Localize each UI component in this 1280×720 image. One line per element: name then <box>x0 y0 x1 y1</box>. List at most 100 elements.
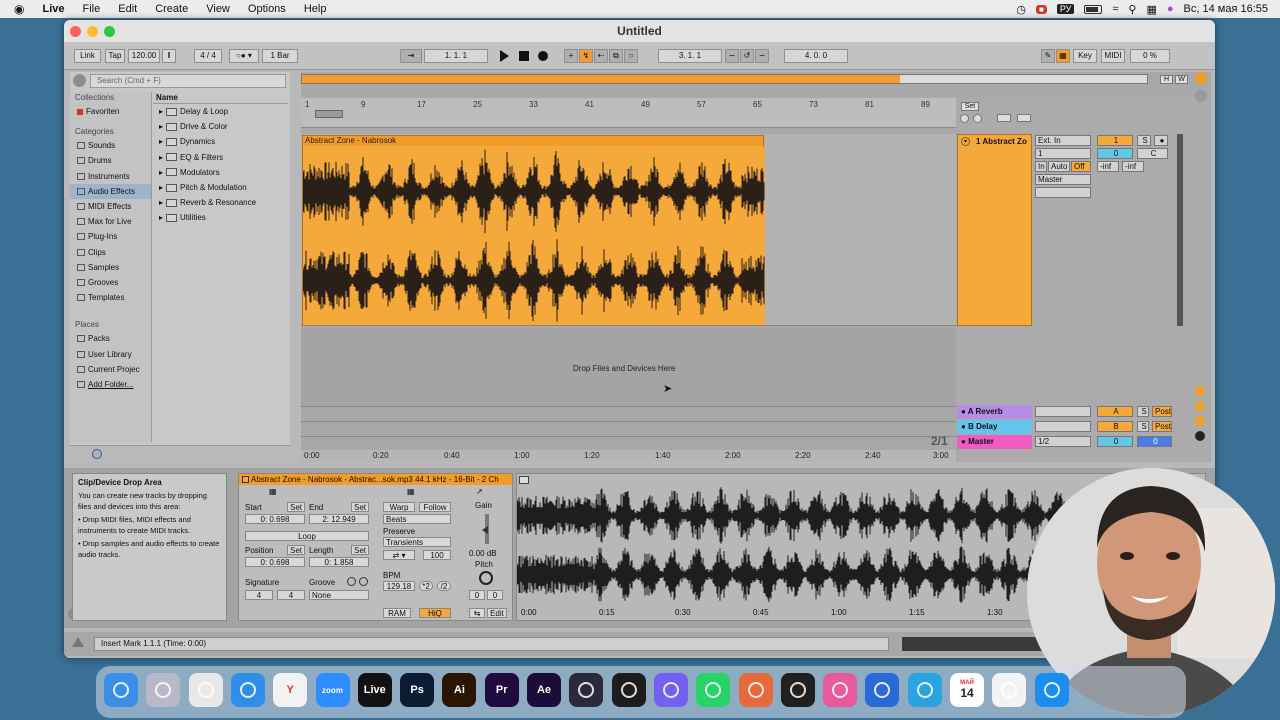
sidebar-item-instruments[interactable]: Instruments <box>70 169 151 184</box>
link-button[interactable]: Link <box>74 49 101 63</box>
automation-arm-icon[interactable]: ↯ <box>579 49 593 63</box>
follow-button[interactable]: Follow <box>419 502 451 512</box>
return-track-lane-b[interactable] <box>301 421 956 436</box>
list-item[interactable]: ▸ Delay & Loop <box>153 104 288 119</box>
list-item[interactable]: ▸ EQ & Filters <box>153 150 288 165</box>
signature-numerator[interactable]: 4 <box>245 590 273 600</box>
browser-toggle-icon[interactable] <box>73 74 86 87</box>
preserve-menu[interactable]: Transients <box>383 537 451 547</box>
envelopes-tab-icon[interactable]: ↗ <box>476 487 483 496</box>
gain-slider-thumb[interactable] <box>482 526 488 534</box>
edit-button[interactable]: Edit <box>487 608 507 618</box>
dock-premiere-icon[interactable]: Pr <box>484 673 519 707</box>
dock-illustrator-icon[interactable]: Ai <box>442 673 477 707</box>
fold-icon[interactable] <box>997 114 1011 122</box>
sample-tab-icon[interactable]: ▦ <box>407 487 415 496</box>
midi-map-button[interactable]: MIDI <box>1101 49 1125 63</box>
groove-menu[interactable]: None <box>309 590 369 600</box>
loop-brace[interactable] <box>315 110 343 118</box>
dock-launchpad-icon[interactable] <box>146 673 181 707</box>
warp-mode-menu[interactable]: Beats <box>383 514 451 524</box>
status-info-toggle-icon[interactable] <box>72 637 84 647</box>
minimize-button[interactable] <box>87 26 98 37</box>
pitch-knob[interactable] <box>479 571 493 585</box>
disclosure-triangle-icon[interactable]: ▸ <box>159 119 163 134</box>
overview-toggle-icon[interactable] <box>1195 90 1207 102</box>
detune-field[interactable]: 0 <box>487 590 503 600</box>
transpose-field[interactable]: 0 <box>469 590 485 600</box>
return-track-lane-a[interactable] <box>301 406 956 421</box>
mixer-toggle-icon[interactable] <box>1195 416 1205 426</box>
menu-view[interactable]: View <box>197 3 239 15</box>
input-type-menu[interactable]: Ext. In <box>1035 135 1091 146</box>
tempo-field[interactable]: 120.00 <box>128 49 160 63</box>
start-set-button[interactable]: Set <box>287 502 305 512</box>
sidebar-item-user-library[interactable]: User Library <box>70 346 151 361</box>
disclosure-triangle-icon[interactable]: ▸ <box>159 150 163 165</box>
menu-create[interactable]: Create <box>146 3 197 15</box>
dock-finder-icon[interactable] <box>104 673 138 707</box>
menu-help[interactable]: Help <box>295 3 336 15</box>
dock-yandex-icon[interactable]: Y <box>273 673 308 707</box>
computer-keyboard-icon[interactable]: ▦ <box>1056 49 1070 63</box>
re-enable-automation-icon[interactable]: ⇠ <box>594 49 608 63</box>
dock-activity-monitor-icon[interactable] <box>780 673 815 707</box>
return-header-b[interactable]: ● B Delay <box>957 420 1032 434</box>
search-input[interactable]: Search (Cmd + F) <box>90 74 286 88</box>
sidebar-item-max-for-live[interactable]: Max for Live <box>70 214 151 229</box>
master-pan-field[interactable]: 0 <box>1137 436 1172 447</box>
w-toggle-button[interactable]: W <box>1175 75 1188 84</box>
dock-live-icon[interactable]: Live <box>357 673 392 707</box>
track-name[interactable]: 1 Abstract Zo <box>976 137 1027 146</box>
crossfader-toggle-icon[interactable] <box>1195 431 1205 441</box>
start-field[interactable]: 0: 0.698 <box>245 514 305 524</box>
track-fold-icon[interactable]: ▾ <box>961 137 970 146</box>
input-channel-menu[interactable]: 1 <box>1035 148 1091 159</box>
sidebar-item-favorites[interactable]: Favoriten <box>70 104 151 119</box>
drop-area[interactable]: Drop Files and Devices Here ➤ <box>301 328 956 406</box>
beat-time-ruler[interactable]: 1 9 17 25 33 41 49 57 65 73 81 89 <box>301 98 956 128</box>
grain-size-field[interactable]: 100 <box>423 550 451 560</box>
session-record-icon[interactable]: ○ <box>624 49 638 63</box>
input-language[interactable]: РУ <box>1056 4 1075 14</box>
menu-file[interactable]: File <box>74 3 110 15</box>
punch-in-icon[interactable]: ∽ <box>725 49 739 63</box>
overdub-icon[interactable]: + <box>564 49 578 63</box>
wifi-icon[interactable]: ≈ <box>1112 3 1118 15</box>
loop-switch-icon[interactable]: ↺ <box>740 49 754 63</box>
reverse-icon[interactable]: ⇆ <box>469 608 485 618</box>
dock-safari-icon[interactable] <box>230 673 265 707</box>
ram-button[interactable]: RAM <box>383 608 411 618</box>
notification-badge-icon[interactable]: ■ <box>1035 4 1047 14</box>
audio-track-lane[interactable]: Abstract Zone - Nabrosok <box>301 134 956 326</box>
menu-options[interactable]: Options <box>239 3 295 15</box>
zoom-button[interactable] <box>104 26 115 37</box>
return-b-activator[interactable]: B <box>1097 421 1133 432</box>
punch-out-icon[interactable]: ∽ <box>755 49 769 63</box>
disclosure-triangle-icon[interactable]: ▸ <box>159 195 163 210</box>
metronome-icon[interactable]: ○● ▾ <box>229 49 259 63</box>
record-icon[interactable] <box>538 51 548 61</box>
clip-view-header[interactable]: Abstract Zone - Nabrosok - Abstrac...sok… <box>239 474 512 485</box>
sidebar-item-packs[interactable]: Packs <box>70 331 151 346</box>
sidebar-item-sounds[interactable]: Sounds <box>70 138 151 153</box>
disclosure-triangle-icon[interactable]: ▸ <box>159 165 163 180</box>
return-b-solo[interactable]: S <box>1137 421 1149 432</box>
play-icon[interactable] <box>500 50 509 62</box>
track-fold-icon[interactable]: ● <box>961 407 968 416</box>
draw-mode-icon[interactable]: ✎ <box>1041 49 1055 63</box>
output-menu[interactable]: Master <box>1035 174 1091 185</box>
audio-clip[interactable]: Abstract Zone - Nabrosok <box>302 135 765 325</box>
track-header-1[interactable]: ▾ 1 Abstract Zo <box>957 134 1032 326</box>
song-position-field[interactable]: 1. 1. 1 <box>424 49 488 63</box>
list-item[interactable]: ▸ Drive & Color <box>153 119 288 134</box>
stop-icon[interactable] <box>519 51 529 61</box>
groove-hot-swap-icon[interactable] <box>347 577 356 586</box>
dock-viber-icon[interactable] <box>653 673 688 707</box>
apple-menu-icon[interactable]: ◉ <box>0 2 33 16</box>
track-activator-button[interactable]: 1 <box>1097 135 1133 146</box>
close-button[interactable] <box>70 26 81 37</box>
length-set-button[interactable]: Set <box>351 545 369 555</box>
dock-app-store-icon[interactable] <box>1034 673 1069 707</box>
control-center-icon[interactable]: ▦ <box>1146 3 1156 16</box>
